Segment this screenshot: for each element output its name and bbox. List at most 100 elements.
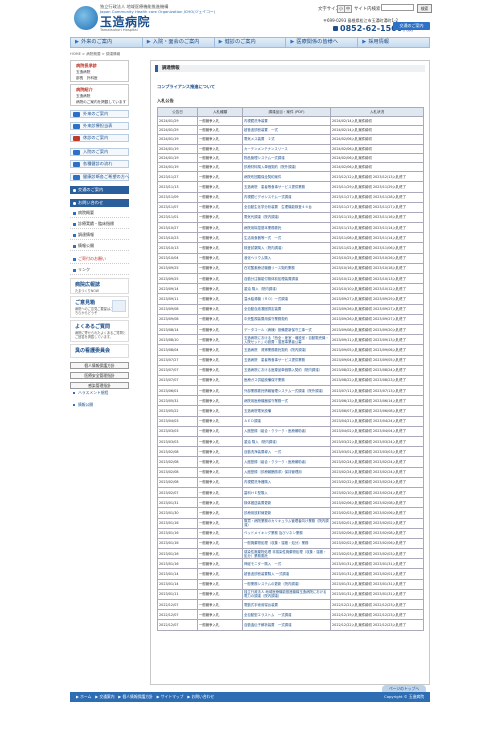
tender-type: 一般競争入札 — [197, 425, 243, 438]
subject[interactable]: ＡＥＤ調達 — [242, 415, 331, 427]
promo-nursing-committee[interactable]: 臭の看護委員会 — [70, 344, 129, 358]
sidebar-donation[interactable]: ご寄付のお願い — [70, 255, 129, 264]
promo-opinion-box[interactable]: ご意見箱 病院へのご意見ご要望はこちらからどうぞ — [70, 296, 129, 318]
sidebar-link-checkup-flow[interactable]: 各種健診の流れ — [70, 160, 129, 168]
subject[interactable]: 自動分注機能付検体前処理装置調達 — [242, 272, 331, 285]
subject[interactable]: 在宅酸素療法機器リース契約業務 — [242, 262, 331, 275]
notice-date: 2023/09/25 — [157, 272, 198, 285]
subject[interactable]: 感染性廃棄物処理 非感染性廃棄物処理（収集・運搬・処分）業務委託 — [242, 548, 331, 560]
subject[interactable]: 診療材料購入単価契約（院外調達） — [242, 161, 331, 173]
subject[interactable]: 内視鏡ビデオシステム一式調達 — [242, 191, 331, 203]
subject[interactable]: 全自動血液凝固測定装置 — [242, 303, 331, 315]
subject[interactable]: データコール（病棟）設備更新保守工事一式 — [242, 323, 331, 336]
promo-newsletter[interactable]: 病院広報誌 たまつくりNOW — [70, 278, 129, 294]
access-button[interactable]: 交通のご案内 — [393, 22, 430, 30]
medical-safety-button[interactable]: 医療安全管理指針 — [70, 372, 129, 379]
footer: ▶ ホーム ▶ 交通案内 ▶ 個人情報保護方針 ▶ サイトマップ ▶ お問い合わ… — [70, 692, 430, 702]
outpatient-icon — [73, 112, 80, 117]
subject[interactable]: 超音波診断装置 一式 — [242, 125, 331, 136]
subject[interactable]: 生活用食器等一式 一式 — [242, 232, 331, 244]
sidebar-link-outpatient[interactable]: 外来のご案内 — [70, 110, 129, 118]
subject[interactable]: 神経モニター購入 一式 — [242, 558, 331, 570]
harassment-link[interactable]: ハラスメント規程 — [70, 390, 129, 396]
subject[interactable]: 中央監視装置用保守業務契約 — [242, 313, 331, 325]
tender-status: 2023/09/26入札案件締切 2023/09/27入札終了 — [330, 303, 424, 315]
subject[interactable]: 全自動型エラストム 一式調達 — [242, 609, 331, 621]
sidebar-sub-procurement[interactable]: 調達情報 — [70, 231, 129, 240]
sidebar-link-inpatient[interactable]: 入院のご案内 — [70, 148, 129, 156]
sidebar-sub-results[interactable]: 診療実績・臨床指標 — [70, 220, 129, 229]
subject[interactable]: 自動遺伝子解析装置 一式調達 — [242, 619, 331, 631]
fontsize-medium-button[interactable]: 中 — [344, 5, 352, 13]
subject[interactable]: 玉造病院における「西全・産室・増設室・自動販売機・入院セット」の設置・運営事業者… — [242, 334, 331, 346]
search-button[interactable]: 検索 — [417, 4, 432, 13]
subject[interactable]: 検査試薬購入（院内調達） — [242, 242, 331, 254]
disclosure-link[interactable]: 情報公開 — [70, 402, 129, 408]
sidebar-access[interactable]: 交通のご案内 — [70, 186, 129, 194]
subject[interactable]: 玉造病院 患者等食事サービス提供業務 — [242, 181, 331, 193]
subject[interactable]: 入館登録（組合・クラーク・医療補助者） — [242, 425, 331, 438]
hospital-logo-icon[interactable] — [74, 6, 98, 30]
privacy-policy-button[interactable]: 個人情報保護方針 — [70, 362, 129, 369]
sidebar-contact[interactable]: お問い合わせ — [70, 199, 129, 207]
subject[interactable]: 重油 購入（院内調達） — [242, 435, 331, 448]
compliance-link[interactable]: コンプライアンス推進について — [157, 84, 215, 90]
subject[interactable]: 液化ヘリウム購入 — [242, 252, 331, 264]
sidebar-link-doctor-schedule[interactable]: 外来診療担当表 — [70, 122, 129, 130]
footer-links[interactable]: ▶ ホーム ▶ 交通案内 ▶ 個人情報保護方針 ▶ サイトマップ ▶ お問い合わ… — [76, 692, 214, 702]
subject[interactable]: ベッドメイキング業務 及びリネン業務 — [242, 527, 331, 539]
table-row: 2023/10/13 一般競争入札 検査試薬購入（院内調達） 2023/11/02入札… — [157, 242, 424, 254]
subject[interactable]: 病院用除湿基本業務委託 — [242, 222, 331, 234]
page-top-button[interactable]: ページのトップへ — [382, 685, 426, 692]
intro-box[interactable]: 病院紹介 玉造病院 病院のご案内を掲載しています — [70, 84, 129, 106]
table-row: 2023/03/03 一般競争入札 重油 購入（院内調達） 2023/03/22入札案… — [157, 435, 424, 448]
nav-recruit[interactable]: ▶ 採用情報 — [358, 38, 429, 47]
nav-outpatient[interactable]: ▶ 外来のご案内 — [71, 38, 143, 47]
subject[interactable]: 電気代調達（院内調達） — [242, 211, 331, 224]
nav-medical-professionals[interactable]: ▶ 医療関係の皆様へ — [286, 38, 359, 47]
subject[interactable]: 内視鏡洗浄装置 — [242, 115, 331, 127]
sidebar-link-health-exam[interactable]: 健康診断各ご希望の方へ — [70, 173, 129, 181]
subject[interactable]: 玉造病院 患者等食事サービス提供業務 — [242, 354, 331, 366]
tender-status: 2023/11/13入札案件締切 2023/11/14入札終了 — [330, 222, 424, 234]
subject[interactable]: 内視鏡洗浄器購入 — [242, 476, 331, 488]
subject[interactable]: 全自動生化学分析装置 生理機能検査４６台 — [242, 201, 331, 213]
sidebar-link-closed[interactable]: 休診のご案内 — [70, 134, 129, 142]
subject[interactable]: 検体搬送装置更新 — [242, 497, 331, 509]
subject[interactable]: 外部業務委託情報管理システム一式調達（院外調達） — [242, 385, 331, 397]
sidebar-links[interactable]: リンク — [70, 266, 129, 275]
subject[interactable]: 購買・病院業務のカリキュラム管理者向け業務（院内調達） — [242, 517, 331, 529]
sidebar-sub-overview[interactable]: 病院概要 — [70, 209, 129, 218]
nav-inpatient[interactable]: ▶ 入院・面会のご案内 — [143, 38, 215, 47]
subject[interactable]: 電気メス装置 ２式 — [242, 134, 331, 145]
subject[interactable]: カーテンメンテナンスリース — [242, 143, 331, 154]
subject[interactable]: 超音波診断装置購入 一式調達 — [242, 568, 331, 580]
subject[interactable]: 一般業務システムの更新（院内調達） — [242, 578, 331, 590]
subject[interactable]: 自動洗浄装置導入 一式 — [242, 446, 331, 458]
notice-date: 2023/01/16 — [157, 517, 198, 529]
subject[interactable]: 病院用医療機器保守業務一式 — [242, 395, 331, 407]
subject[interactable]: 歯科ＨＥ型購入 — [242, 486, 331, 499]
subject[interactable]: 重油 購入（院内調達） — [242, 283, 331, 295]
subject[interactable]: 入館登録（組合・クラーク・医療補助者） — [242, 456, 331, 468]
subject[interactable]: 入館登録（診療報酬請求）保持管理用 — [242, 466, 331, 478]
subject[interactable]: 玉造病院における医薬品単価購入契約（院内調達） — [242, 364, 331, 376]
subject[interactable]: 電動式手術用寝台装置 — [242, 598, 331, 611]
subject[interactable]: 一般廃棄物処理（収集・運搬・処分）業務 — [242, 537, 331, 550]
subject[interactable]: 病院布団類保全契約案件 — [242, 171, 331, 183]
subject[interactable]: 独立行政法人 地域医療機能推進機構玉造病院における電力の調達（院内調達） — [242, 588, 331, 601]
subject[interactable]: 温水給湯機（ＲＯ）一式調達 — [242, 293, 331, 305]
subject[interactable]: 診療用放射線更新 — [242, 507, 331, 519]
infection-control-button[interactable]: 感染管理指針 — [70, 382, 129, 389]
table-row: 2023/07/07 一般競争入札 玉造病院における医薬品単価購入契約（院内調達） 2… — [157, 364, 424, 376]
sidebar-sub-disclosure[interactable]: 情報公開 — [70, 242, 129, 251]
subject[interactable]: 玉造病院 清掃業務委託契約（院内調達） — [242, 344, 331, 356]
director-box[interactable]: 病院長承診 玉造病院 部長 外科医 — [70, 60, 129, 82]
breadcrumb[interactable]: HOME > 病院概要 > 調達情報 — [70, 52, 120, 57]
promo-faq[interactable]: よくあるご質問 病院に寄せられたよくあるご質問とご回答を掲載しています。 — [70, 320, 129, 342]
subject[interactable]: 玉造病院電気設備 — [242, 405, 331, 417]
search-input[interactable] — [381, 4, 414, 11]
subject[interactable]: 医療ガス供給設備保守業務 — [242, 374, 331, 387]
subject[interactable]: 物品管理システム一式調達 — [242, 152, 331, 163]
nav-checkup[interactable]: ▶ 健診のご案内 — [215, 38, 287, 47]
